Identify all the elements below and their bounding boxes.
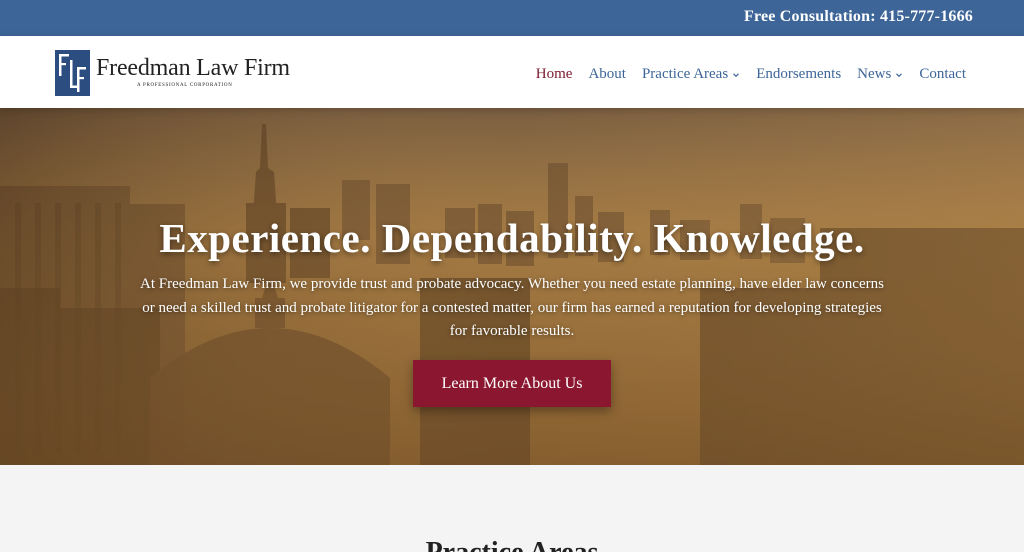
nav-item-label: Endorsements (756, 66, 842, 82)
nav-item-label: Contact (919, 66, 966, 82)
consultation-phone[interactable]: Free Consultation: 415-777-1666 (744, 8, 973, 26)
top-bar: Free Consultation: 415-777-1666 (0, 0, 1024, 36)
hero-section: Experience. Dependability. Knowledge. At… (0, 108, 1024, 465)
hero-description: At Freedman Law Firm, we provide trust a… (140, 276, 884, 339)
logo-monogram-icon (55, 50, 90, 96)
chevron-down-icon (733, 72, 740, 77)
nav-item-news[interactable]: News (857, 66, 903, 83)
main-nav: Home About Practice Areas Endorsements N… (520, 66, 966, 83)
nav-item-home[interactable]: Home (536, 66, 573, 83)
nav-item-about[interactable]: About (588, 66, 626, 83)
site-logo[interactable]: Freedman Law Firm A PROFESSIONAL CORPORA… (55, 50, 305, 96)
hero-title: Experience. Dependability. Knowledge. (159, 215, 865, 261)
nav-item-practice-areas[interactable]: Practice Areas (642, 66, 740, 83)
site-header: Freedman Law Firm A PROFESSIONAL CORPORA… (0, 36, 1024, 108)
nav-item-label: Practice Areas (641, 66, 729, 82)
nav-item-endorsements[interactable]: Endorsements (756, 66, 841, 83)
chevron-down-icon (896, 72, 903, 77)
practice-areas-heading: Practice Areas (0, 537, 1024, 552)
logo-name: Freedman Law Firm (96, 55, 290, 81)
nav-item-label: Home (535, 66, 573, 82)
nav-item-contact[interactable]: Contact (919, 66, 966, 83)
nav-item-label: About (588, 66, 626, 82)
nav-item-label: News (857, 66, 892, 82)
logo-subtitle: A PROFESSIONAL CORPORATION (137, 83, 233, 88)
learn-more-button[interactable]: Learn More About Us (413, 360, 611, 407)
